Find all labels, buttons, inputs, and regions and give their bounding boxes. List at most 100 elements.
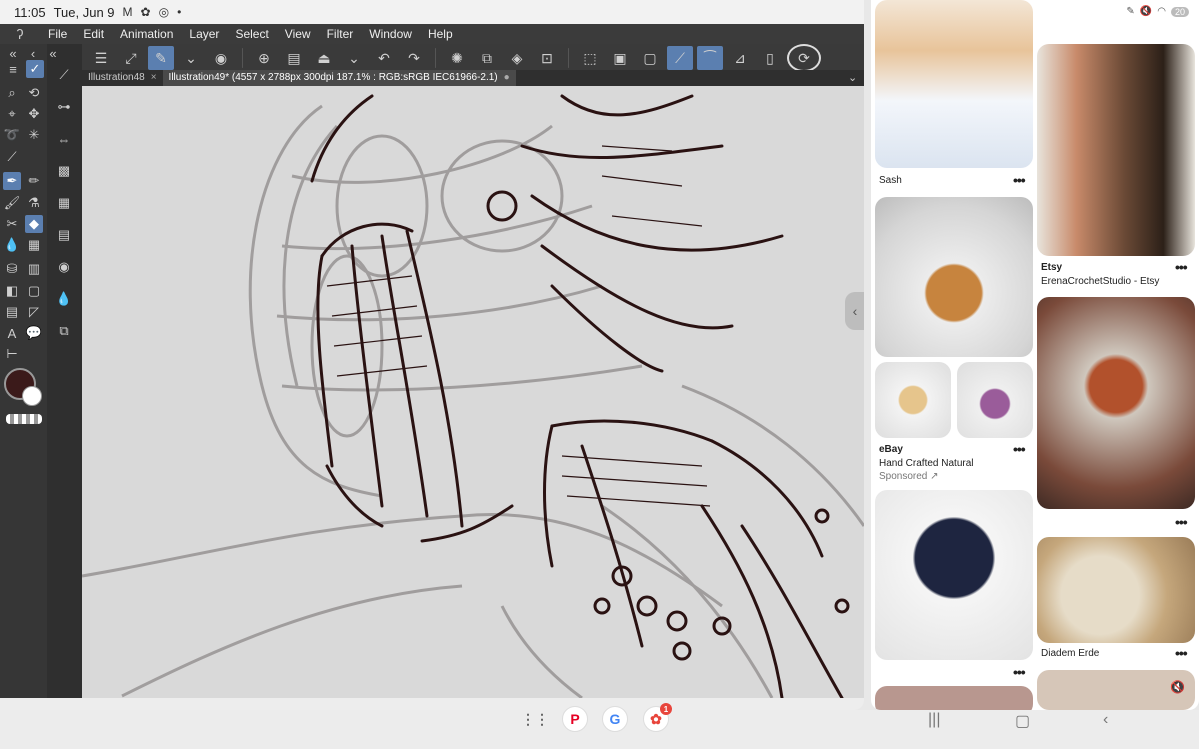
undo-icon[interactable]: ↶ [371,46,397,70]
close-icon[interactable]: ● [504,72,510,83]
menu-select[interactable]: Select [227,27,276,41]
ruler-snap-icon[interactable]: ⊿ [727,46,753,70]
more-options-icon[interactable]: ••• [1013,172,1026,188]
split-screen-handle[interactable]: ‹ [845,292,864,330]
collapse-icon[interactable]: « [44,44,62,62]
crop-icon[interactable]: ⊡ [534,46,560,70]
ruler-tool-icon[interactable]: ◸ [25,303,43,321]
back-icon[interactable]: ‹ [1103,711,1108,729]
pin-card-necklace[interactable] [875,197,1033,357]
menu-view[interactable]: View [277,27,319,41]
decoration-icon[interactable]: ✂ [3,215,21,233]
pin-card-diadem[interactable] [1037,537,1195,643]
tab-illustration48[interactable]: Illustration48 × [82,70,163,86]
material-icon[interactable]: ▤ [55,226,73,244]
pin-card-necklace-thumb-1[interactable] [875,362,951,438]
selection-icon[interactable]: ▢ [637,46,663,70]
home-icon[interactable]: ▢ [1015,711,1030,731]
record-icon[interactable]: ◉ [208,46,234,70]
app-logo-icon[interactable]: ʔ [0,26,40,42]
sub-view-icon[interactable]: 💧 [55,290,73,308]
gradient-box-icon[interactable]: ◧ [3,282,21,300]
close-icon[interactable]: × [151,72,157,83]
pin-card-fringe[interactable] [1037,44,1195,256]
chevron-down-icon[interactable]: ⌄ [848,71,857,84]
frame-icon[interactable]: ▤ [3,303,21,321]
airbrush-icon[interactable]: ⚗ [25,194,43,212]
recent-apps-icon[interactable]: ||| [928,711,940,729]
magic-wand-icon[interactable]: ✳ [25,126,43,144]
edit-mode-icon[interactable]: ✎ [148,46,174,70]
fit-canvas-icon[interactable]: ⤢ [118,46,144,70]
google-app-icon[interactable]: G [602,706,628,732]
layer-property-icon[interactable]: ◉ [55,258,73,276]
menu-edit[interactable]: Edit [75,27,112,41]
tab-illustration49[interactable]: Illustration49* (4557 x 2788px 300dpi 18… [162,70,516,86]
gradient-icon[interactable]: ▥ [25,260,43,278]
more-options-icon[interactable]: ••• [1013,664,1026,680]
rotate-icon[interactable]: ⟲ [25,84,43,102]
brush-icon[interactable]: 🖌 [3,194,21,212]
sub-color-swatch[interactable] [22,386,42,406]
fill-bucket-icon[interactable]: ⛁ [3,260,21,278]
navigator-icon[interactable]: ⇔ [55,130,73,148]
brush-size-icon[interactable]: ⊶ [55,98,73,116]
fill-icon[interactable]: ◈ [504,46,530,70]
more-options-icon[interactable]: ••• [1013,441,1026,457]
menu-file[interactable]: File [40,27,75,41]
pin-card-crochet-top[interactable] [875,490,1033,660]
menu-help[interactable]: Help [420,27,461,41]
menu-filter[interactable]: Filter [319,27,362,41]
transform-icon[interactable]: ⧉ [474,46,500,70]
photos-app-icon[interactable]: ✿ 1 [643,703,672,732]
balloon-icon[interactable]: 💬 [25,324,43,342]
checkbox-icon[interactable]: ✓ [26,60,44,78]
grid-icon[interactable]: ▦ [25,236,43,254]
open-folder-icon[interactable]: ▤ [281,46,307,70]
pencil-icon[interactable]: ✏ [25,172,43,190]
redo-icon[interactable]: ↷ [401,46,427,70]
pen-icon[interactable]: ✒ [3,172,21,190]
drawing-canvas[interactable] [82,86,864,698]
eraser-icon[interactable]: ◆ [25,215,43,233]
more-options-icon[interactable]: ••• [1175,514,1188,530]
menu-layer[interactable]: Layer [181,27,227,41]
pin-card-sash[interactable] [875,0,1033,168]
eyedropper-icon[interactable]: ⟋ [3,148,21,166]
hamburger-icon[interactable]: ☰ [88,46,114,70]
menu-animation[interactable]: Animation [112,27,181,41]
volume-mute-icon[interactable]: 🔇 [1170,680,1185,694]
correct-line-icon[interactable]: ⊢ [3,345,21,363]
ruler-icon[interactable]: ⟋ [667,46,693,70]
tool-property-icon[interactable]: ⟋ [55,66,73,84]
operation-icon[interactable]: ⌖ [3,105,21,123]
transparent-color-swatch[interactable] [6,414,42,424]
pinterest-app-icon[interactable]: P [562,706,588,732]
loading-icon[interactable]: ✺ [444,46,470,70]
deselect-icon[interactable]: ⬚ [577,46,603,70]
blend-icon[interactable]: 💧 [3,236,21,254]
zoom-icon[interactable]: ⌕ [3,84,21,102]
menu-lines-icon[interactable]: ≡ [4,60,22,78]
text-icon[interactable]: A [3,324,21,342]
pin-card-necklace-thumb-2[interactable] [957,362,1033,438]
color-set-icon[interactable]: ▩ [55,162,73,180]
smartphone-icon[interactable]: ▯ [757,46,783,70]
companion-mode-icon[interactable]: ⟳ [787,44,821,72]
save-chevron-icon[interactable]: ⌄ [341,46,367,70]
move-icon[interactable]: ✥ [25,105,43,123]
figure-icon[interactable]: ▢ [25,282,43,300]
more-options-icon[interactable]: ••• [1175,259,1188,275]
menu-window[interactable]: Window [361,27,420,41]
invert-selection-icon[interactable]: ▣ [607,46,633,70]
layers-icon[interactable]: ⧉ [55,322,73,340]
save-icon[interactable]: ⏏ [311,46,337,70]
new-file-icon[interactable]: ⊕ [251,46,277,70]
brush-stabilize-icon[interactable]: ⁀ [697,46,723,70]
lasso-icon[interactable]: ➰ [3,126,21,144]
pin-card-harness[interactable] [1037,297,1195,509]
more-options-icon[interactable]: ••• [1175,645,1188,661]
color-history-icon[interactable]: ▦ [55,194,73,212]
chevron-down-icon[interactable]: ⌄ [178,46,204,70]
app-drawer-icon[interactable]: ⋮⋮ [521,706,549,732]
